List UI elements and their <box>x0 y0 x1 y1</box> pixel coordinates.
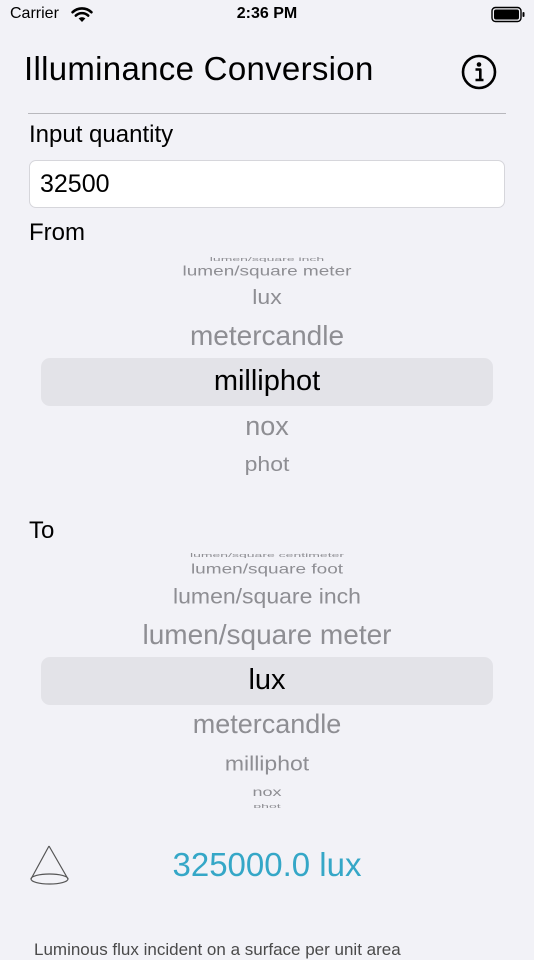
from-picker-item[interactable]: lumen/square inch <box>0 256 534 262</box>
from-picker-item[interactable]: lux <box>0 287 534 308</box>
to-unit-picker[interactable]: lumen/square centimeter lumen/square foo… <box>0 552 534 808</box>
from-picker-item[interactable]: phot <box>0 454 534 475</box>
battery-icon <box>491 6 526 28</box>
to-picker-item[interactable]: phot <box>0 803 534 808</box>
unit-description: Luminous flux incident on a surface per … <box>34 940 401 959</box>
clock: 2:36 PM <box>236 5 298 22</box>
to-picker-item[interactable]: lumen/square foot <box>0 563 534 577</box>
header-divider <box>28 113 506 114</box>
to-picker-item-selected[interactable]: lux <box>0 666 534 695</box>
to-picker-item[interactable]: nox <box>0 786 534 798</box>
from-picker-item[interactable]: metercandle <box>0 322 534 350</box>
from-unit-picker[interactable]: lumen/square inch lumen/square meter lux… <box>0 253 534 483</box>
to-picker-item[interactable]: lumen/square inch <box>0 585 534 607</box>
to-picker-item[interactable]: lumen/square centimeter <box>0 552 534 558</box>
to-picker-item[interactable]: milliphot <box>0 753 534 774</box>
status-bar: Carrier 2:36 PM <box>0 0 534 30</box>
input-quantity-label: Input quantity <box>29 121 174 148</box>
to-label: To <box>29 517 55 544</box>
from-picker-item[interactable]: lumen/square meter <box>0 265 534 279</box>
conversion-result: 325000.0 lux <box>172 846 362 883</box>
from-picker-item-selected[interactable]: milliphot <box>0 367 534 396</box>
to-picker-item[interactable]: metercandle <box>0 711 534 738</box>
to-picker-item[interactable]: lumen/square meter <box>0 621 534 649</box>
input-quantity-field[interactable] <box>29 160 505 208</box>
page-title: Illuminance Conversion <box>24 50 374 87</box>
from-label: From <box>29 219 85 246</box>
from-picker-item[interactable]: nox <box>0 413 534 440</box>
info-button[interactable] <box>460 53 498 91</box>
info-circle-icon <box>461 54 497 90</box>
